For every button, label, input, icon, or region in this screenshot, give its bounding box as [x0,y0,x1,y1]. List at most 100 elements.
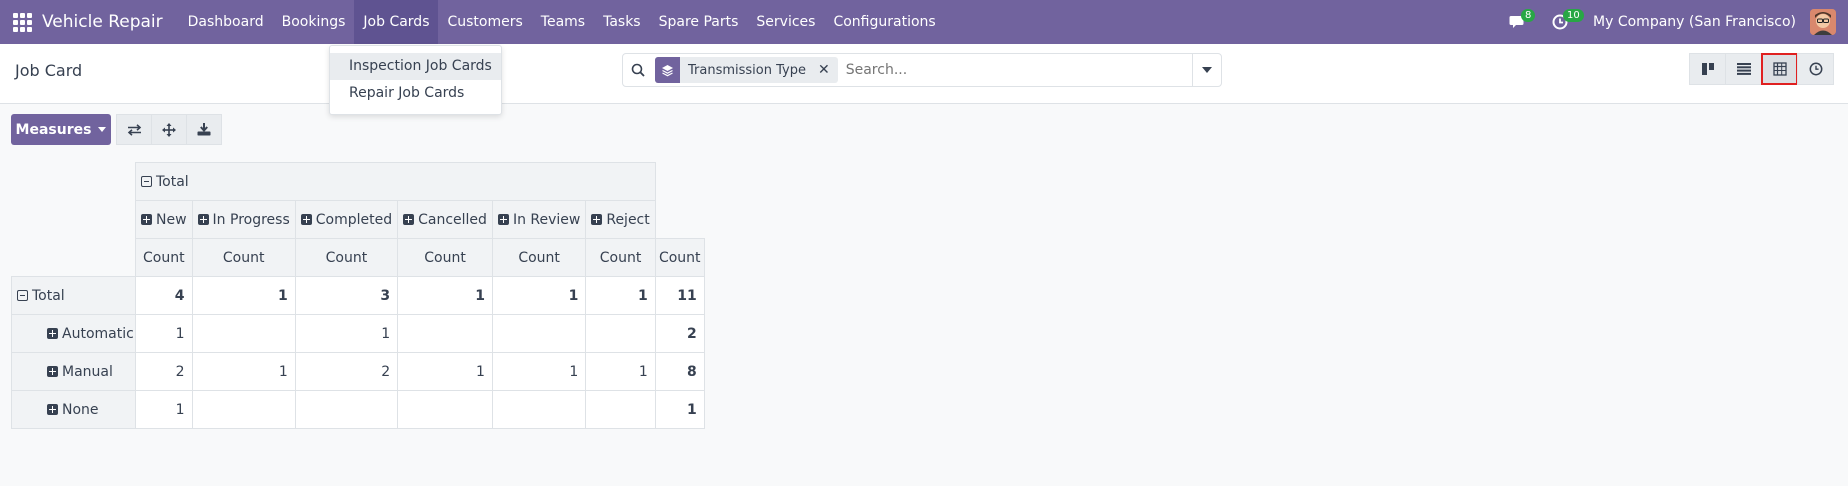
pivot-cell[interactable] [191,314,296,353]
clock-icon [1809,62,1822,76]
apps-menu-icon[interactable] [0,0,44,44]
pivot-cell[interactable]: 2 [294,352,399,391]
collapse-icon [17,289,28,301]
expand-icon [141,213,152,225]
measure-header[interactable]: Count [191,238,296,277]
flip-axis-icon [127,123,141,136]
measure-header[interactable]: Count [135,238,193,277]
pivot-cell[interactable] [397,390,493,429]
activities-count-badge: 10 [1563,9,1584,22]
pivot-total-cell[interactable]: 8 [654,352,705,391]
pivot-cell[interactable] [191,390,296,429]
expand-icon [497,213,509,225]
pivot-col-header[interactable]: In Progress [191,200,296,239]
pivot-cell[interactable]: 1 [294,314,399,353]
measure-header[interactable]: Count [585,238,656,277]
menu-spare-parts[interactable]: Spare Parts [650,0,748,44]
top-navbar: Vehicle Repair Dashboard Bookings Job Ca… [0,0,1848,44]
pivot-cell[interactable] [585,314,656,353]
collapse-icon [141,175,152,187]
pivot-table-icon [1772,62,1787,76]
pivot-row-header[interactable]: Total [11,276,136,315]
dropdown-item-inspection-job-cards[interactable]: Inspection Job Cards [330,53,501,80]
facet-remove-icon[interactable]: ✕ [818,62,830,78]
menu-customers[interactable]: Customers [438,0,531,44]
pivot-cell[interactable]: 1 [491,276,587,315]
expand-icon [197,213,209,225]
measure-header[interactable]: Count [294,238,399,277]
pivot-total-cell[interactable]: 11 [654,276,705,315]
pivot-tools [116,114,222,145]
pivot-cell[interactable] [585,390,656,429]
expand-icon [47,403,58,415]
pivot-col-header[interactable]: In Review [491,200,587,239]
flip-axis-button[interactable] [116,114,152,145]
activity-view-button[interactable] [1797,53,1834,85]
menu-services[interactable]: Services [747,0,824,44]
view-switcher [1689,53,1834,85]
table-row: Total 4 1 3 1 1 1 11 [11,276,705,315]
company-switcher[interactable]: My Company (San Francisco) [1593,14,1796,30]
menu-dashboard[interactable]: Dashboard [179,0,273,44]
pivot-row-header[interactable]: None [11,390,136,429]
control-panel: Job Card Transmission Type ✕ [0,44,1848,104]
pivot-cell[interactable]: 1 [397,276,493,315]
expand-arrows-icon [162,122,176,137]
app-name[interactable]: Vehicle Repair [42,12,163,32]
pivot-total-cell[interactable]: 2 [654,314,705,353]
kanban-view-button[interactable] [1689,53,1726,85]
facet-label: Transmission Type [688,62,806,78]
measure-header[interactable]: Count [654,238,705,277]
download-button[interactable] [186,114,222,145]
caret-down-icon [1202,67,1212,73]
pivot-cell[interactable] [491,314,587,353]
pivot-row-header[interactable]: Manual [11,352,136,391]
pivot-cell[interactable]: 3 [294,276,399,315]
pivot-col-header[interactable]: Cancelled [397,200,493,239]
pivot-cell[interactable]: 1 [191,352,296,391]
list-view-button[interactable] [1725,53,1762,85]
pivot-cell[interactable]: 1 [585,352,656,391]
pivot-col-header[interactable]: New [135,200,193,239]
pivot-total-cell[interactable]: 1 [654,390,705,429]
pivot-cell[interactable]: 1 [135,314,193,353]
pivot-cell[interactable]: 2 [135,352,193,391]
pivot-cell[interactable]: 1 [491,352,587,391]
pivot-cell[interactable]: 1 [585,276,656,315]
pivot-cell[interactable]: 4 [135,276,193,315]
expand-icon [403,213,415,225]
pivot-view-button[interactable] [1761,53,1798,85]
pivot-col-group-header[interactable]: Total [135,162,656,201]
pivot-col-header[interactable]: Reject [585,200,656,239]
activities-button[interactable]: 10 [1545,0,1584,44]
pivot-col-header[interactable]: Completed [294,200,399,239]
table-row: Manual 2 1 2 1 1 1 8 [11,352,705,391]
expand-icon [591,213,603,225]
pivot-cell[interactable] [294,390,399,429]
expand-icon [47,365,58,377]
user-avatar[interactable] [1810,9,1836,35]
search-facet: Transmission Type ✕ [655,57,838,83]
menu-configurations[interactable]: Configurations [824,0,944,44]
pivot-cell[interactable] [397,314,493,353]
search-input[interactable] [845,62,1186,78]
page-title: Job Card [15,61,83,80]
pivot-row-header[interactable]: Automatic [11,314,136,353]
pivot-cell[interactable]: 1 [135,390,193,429]
measures-button[interactable]: Measures [11,114,111,145]
expand-all-button[interactable] [151,114,187,145]
pivot-cell[interactable] [491,390,587,429]
messages-button[interactable]: 8 [1503,0,1536,44]
download-icon [197,123,211,136]
menu-job-cards[interactable]: Job Cards [354,0,439,44]
pivot-cell[interactable]: 1 [191,276,296,315]
user-avatar-icon [1810,9,1836,35]
menu-bookings[interactable]: Bookings [273,0,355,44]
pivot-cell[interactable]: 1 [397,352,493,391]
measure-header[interactable]: Count [491,238,587,277]
menu-tasks[interactable]: Tasks [594,0,650,44]
dropdown-item-repair-job-cards[interactable]: Repair Job Cards [330,80,501,107]
menu-teams[interactable]: Teams [532,0,594,44]
search-options-toggle[interactable] [1192,54,1221,86]
measure-header[interactable]: Count [397,238,493,277]
